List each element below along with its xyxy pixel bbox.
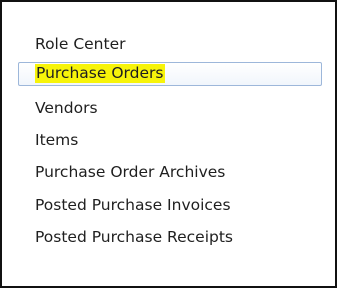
nav-item-label: Vendors: [35, 99, 98, 117]
nav-item-label: Purchase Orders: [35, 64, 166, 83]
nav-item-label: Purchase Order Archives: [35, 163, 226, 181]
nav-item-label: Posted Purchase Receipts: [35, 228, 234, 246]
navigation-pane: Role Center Purchase Orders Vendors Item…: [0, 0, 337, 288]
nav-item-purchase-orders[interactable]: Purchase Orders: [18, 62, 322, 86]
nav-item-label: Items: [35, 131, 79, 149]
nav-item-purchase-order-archives[interactable]: Purchase Order Archives: [18, 161, 322, 185]
nav-item-role-center[interactable]: Role Center: [18, 33, 322, 57]
nav-item-label: Role Center: [35, 35, 126, 53]
nav-item-label: Posted Purchase Invoices: [35, 196, 231, 214]
nav-item-posted-purchase-invoices[interactable]: Posted Purchase Invoices: [18, 194, 322, 218]
nav-item-posted-purchase-receipts[interactable]: Posted Purchase Receipts: [18, 226, 322, 250]
nav-item-items[interactable]: Items: [18, 129, 322, 153]
nav-item-vendors[interactable]: Vendors: [18, 97, 322, 121]
